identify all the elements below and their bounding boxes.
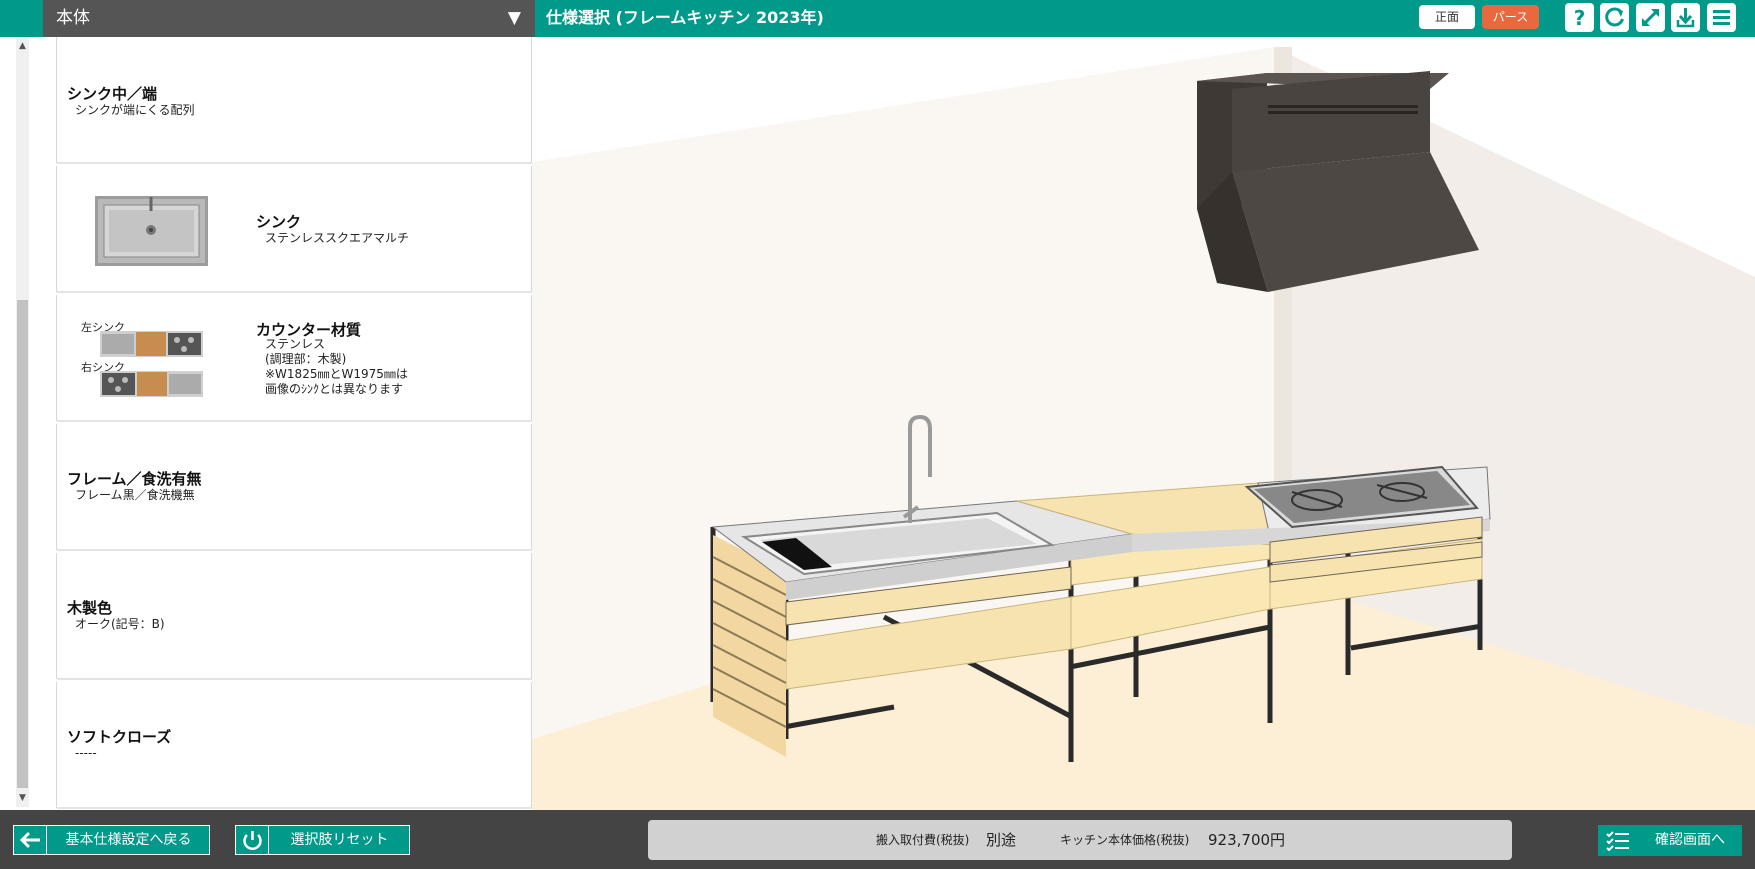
reset-button-label: 選択肢リセット <box>290 832 389 848</box>
install-fee-label: 搬入取付費(税抜) <box>876 833 970 847</box>
sink-thumbnail <box>95 196 208 266</box>
confirm-screen-button[interactable]: 確認画面へ <box>1598 825 1742 856</box>
right-sink-thumbnail <box>100 371 203 397</box>
scroll-down-icon[interactable]: ▼ <box>16 792 29 804</box>
option-title: フレーム／食洗有無 <box>67 470 202 488</box>
front-view-button[interactable]: 正面 <box>1419 5 1475 29</box>
scrollbar-thumb[interactable] <box>17 300 28 788</box>
option-value: オーク(記号：B) <box>75 617 165 631</box>
option-counter-material[interactable]: 左シンク 右シンク カウンター材質 ステンレス (調理部：木製) ※W1825㎜… <box>56 295 532 422</box>
menu-icon[interactable] <box>1707 3 1736 32</box>
reset-selections-button[interactable]: 選択肢リセット <box>235 825 410 855</box>
rotate-icon[interactable] <box>1600 3 1629 32</box>
option-sink[interactable]: シンク ステンレススクエアマルチ <box>56 166 532 293</box>
option-soft-close[interactable]: ソフトクローズ ----- <box>56 682 532 809</box>
option-title: ソフトクローズ <box>67 728 172 746</box>
option-title: シンク <box>256 213 302 231</box>
price-value: 923,700円 <box>1208 831 1286 849</box>
option-title: シンク中／端 <box>67 85 158 103</box>
power-icon <box>236 826 269 854</box>
option-value: ステンレススクエアマルチ <box>265 231 410 245</box>
option-value: シンクが端にくる配列 <box>75 103 195 117</box>
download-icon[interactable] <box>1671 3 1700 32</box>
option-value: ----- <box>75 746 97 760</box>
option-value: ステンレス (調理部：木製) ※W1825㎜とW1975㎜は 画像のｼﾝｸとは異… <box>265 337 408 396</box>
option-wood-color[interactable]: 木製色 オーク(記号：B) <box>56 553 532 680</box>
kitchen-preview[interactable] <box>532 37 1755 810</box>
option-list: シンク中／端 シンクが端にくる配列 シンク ステンレススクエアマルチ 左シンク … <box>56 37 532 810</box>
back-button-label: 基本仕様設定へ戻る <box>65 832 192 848</box>
help-icon[interactable]: ? <box>1565 3 1594 32</box>
left-sink-thumbnail <box>100 331 203 357</box>
price-label: キッチン本体価格(税抜) <box>1060 833 1190 847</box>
kitchen-render <box>532 47 1755 810</box>
expand-icon[interactable] <box>1636 3 1665 32</box>
option-value: フレーム黒／食洗機無 <box>75 488 195 502</box>
price-summary: 搬入取付費(税抜) 別途 キッチン本体価格(税抜) 923,700円 <box>648 820 1512 860</box>
perspective-view-button[interactable]: パース <box>1482 5 1539 29</box>
option-sink-position[interactable]: シンク中／端 シンクが端にくる配列 <box>56 37 532 164</box>
option-title: 木製色 <box>67 599 113 617</box>
confirm-button-label: 確認画面へ <box>1655 832 1725 848</box>
checklist-icon <box>1606 831 1629 851</box>
install-fee-value: 別途 <box>986 831 1017 849</box>
panel-header[interactable]: 本体 ▼ <box>43 0 535 37</box>
panel-header-label: 本体 <box>56 8 90 28</box>
back-to-basic-settings-button[interactable]: 基本仕様設定へ戻る <box>13 825 210 855</box>
triangle-down-icon[interactable]: ▼ <box>508 0 521 37</box>
arrow-left-icon <box>14 826 47 854</box>
option-frame-dishwasher[interactable]: フレーム／食洗有無 フレーム黒／食洗機無 <box>56 424 532 551</box>
scroll-up-icon[interactable]: ▲ <box>16 40 29 52</box>
svg-text:?: ? <box>1574 6 1586 30</box>
page-title: 仕様選択 (フレームキッチン 2023年) <box>546 8 824 27</box>
